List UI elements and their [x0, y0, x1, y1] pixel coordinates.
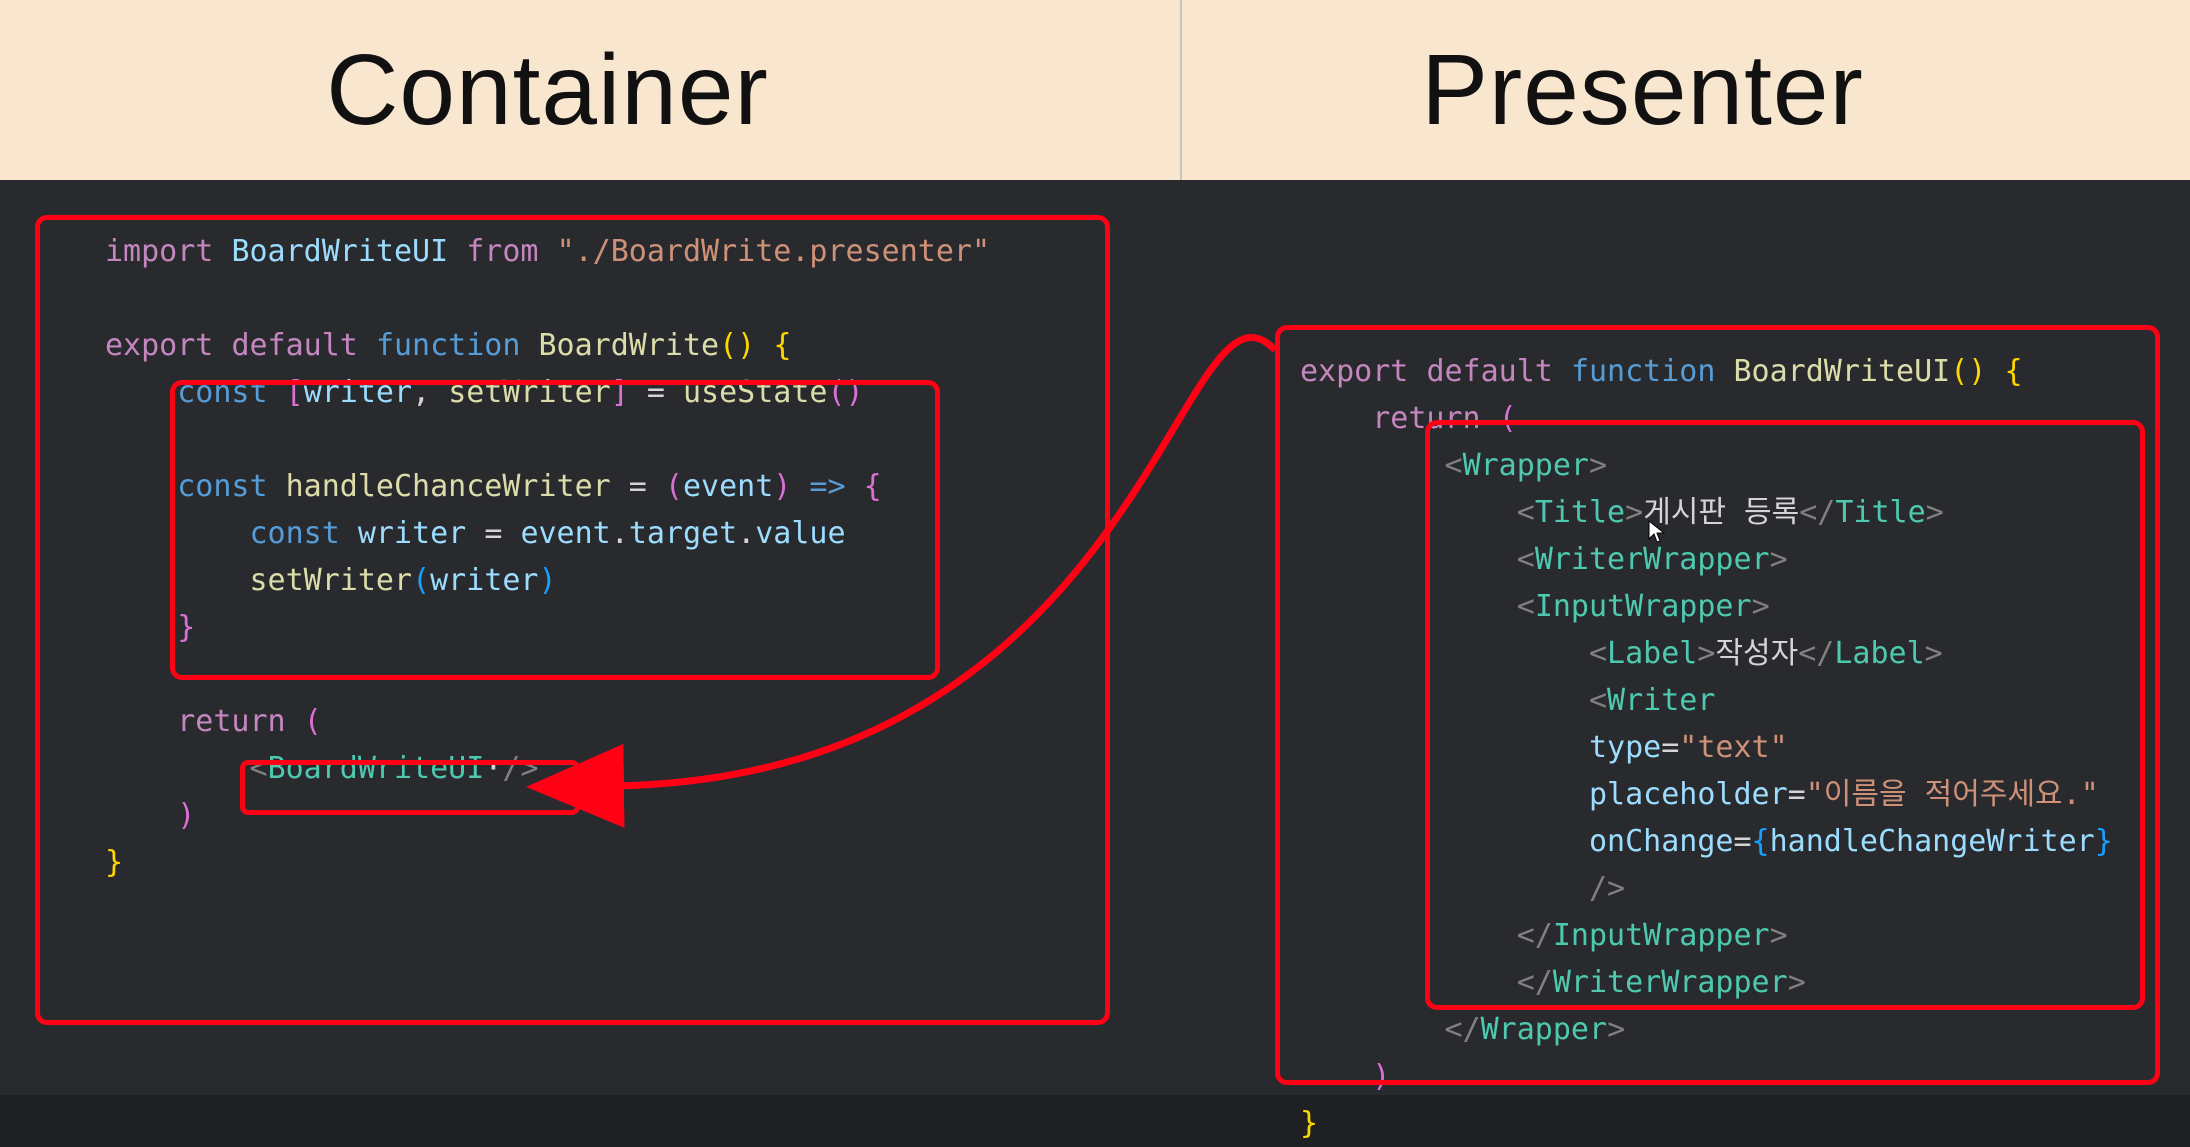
- header-container-title: Container: [0, 0, 1095, 180]
- label-text: 작성자: [1715, 636, 1798, 671]
- ident-writer: writer: [304, 375, 412, 410]
- kw-from: from: [466, 234, 538, 269]
- jsx-label: Label: [1607, 636, 1697, 671]
- kw-import: import: [105, 234, 213, 269]
- container-code: import BoardWriteUI from "./BoardWrite.p…: [105, 228, 990, 886]
- header-presenter-title: Presenter: [1095, 0, 2190, 180]
- diagram-page: Container Presenter import BoardWriteUI …: [0, 0, 2190, 1095]
- ident-event: event: [683, 469, 773, 504]
- kw-const3: const: [250, 516, 340, 551]
- jsx-boardwriteui: BoardWriteUI: [268, 751, 485, 786]
- fn-handlechancewriter: handleChanceWriter: [286, 469, 611, 504]
- jsx-title: Title: [1535, 495, 1625, 530]
- fn-boardwriteui: BoardWriteUI: [1734, 354, 1951, 389]
- kw-export: export: [105, 328, 213, 363]
- jsx-wrapper-open: Wrapper: [1463, 448, 1589, 483]
- fn-boardwrite: BoardWrite: [539, 328, 720, 363]
- fn-setwriter: setWriter: [250, 563, 413, 598]
- attr-type: type: [1589, 730, 1661, 765]
- kw-return2: return: [1372, 401, 1480, 436]
- kw-return: return: [177, 704, 285, 739]
- ident-boardwriteui: BoardWriteUI: [231, 234, 448, 269]
- kw-default2: default: [1426, 354, 1552, 389]
- ident-setwriter: setWriter: [448, 375, 611, 410]
- title-text: 게시판 등록: [1643, 495, 1799, 530]
- attr-onchange: onChange: [1589, 824, 1734, 859]
- jsx-writer: Writer: [1607, 683, 1715, 718]
- jsx-inputwrapper: InputWrapper: [1535, 589, 1752, 624]
- kw-function: function: [376, 328, 521, 363]
- attr-placeholder: placeholder: [1589, 777, 1788, 812]
- kw-const2: const: [177, 469, 267, 504]
- kw-const: const: [177, 375, 267, 410]
- jsx-writerwrapper: WriterWrapper: [1535, 542, 1770, 577]
- ident-writer2: writer: [358, 516, 466, 551]
- kw-default: default: [231, 328, 357, 363]
- kw-export2: export: [1300, 354, 1408, 389]
- header-bar: Container Presenter: [0, 0, 2190, 180]
- fn-usestate: useState: [683, 375, 828, 410]
- jsx-wrapper-close: Wrapper: [1481, 1012, 1607, 1047]
- code-area: import BoardWriteUI from "./BoardWrite.p…: [0, 180, 2190, 1095]
- presenter-code: export default function BoardWriteUI() {…: [1300, 348, 2113, 1147]
- arrow: =>: [809, 469, 845, 504]
- string-path: "./BoardWrite.presenter": [557, 234, 990, 269]
- kw-function2: function: [1571, 354, 1716, 389]
